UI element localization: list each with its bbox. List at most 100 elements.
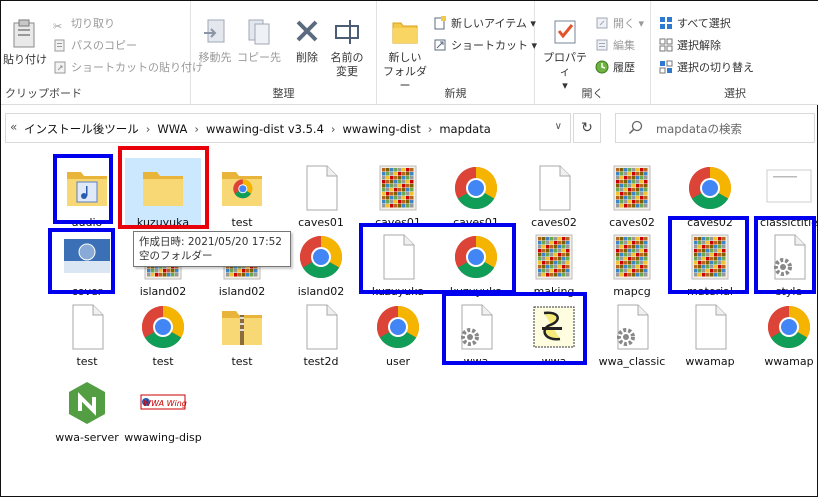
highlight-box — [359, 223, 516, 294]
file-item[interactable]: wwa-server — [49, 373, 125, 444]
breadcrumb: インストール後ツール › WWA › wwawing-dist v3.5.4 › wwawi… — [24, 121, 491, 137]
file-item[interactable]: WWA Wing wwawing-disp — [124, 373, 202, 444]
move-to-label: 移動先 — [198, 51, 232, 64]
move-to-button[interactable]: 移動先 — [195, 17, 235, 65]
tooltip-created-date: 作成日時: 2021/05/20 17:52 — [139, 236, 282, 248]
search-box[interactable]: mapdataの検索 — [615, 113, 815, 143]
paste-button[interactable]: 貼り付け — [3, 19, 47, 67]
file-item[interactable]: caves02 — [516, 158, 592, 229]
file-name: wwa-server — [55, 431, 119, 444]
paste-label: 貼り付け — [3, 53, 47, 66]
select-none-label: 選択解除 — [677, 39, 721, 52]
file-item[interactable]: test — [49, 297, 125, 368]
chevron-right-icon[interactable]: › — [146, 122, 151, 136]
blank-file-icon — [297, 164, 345, 212]
chevron-right-icon[interactable]: › — [331, 122, 336, 136]
file-item[interactable]: test2d — [283, 297, 359, 368]
file-item[interactable]: mapcg — [594, 227, 670, 298]
open-label: 開く — [613, 17, 635, 30]
file-item[interactable]: making — [516, 227, 592, 298]
file-item[interactable]: caves01 — [283, 158, 359, 229]
paste-shortcut-icon — [54, 61, 66, 74]
paste-shortcut-button[interactable]: ショートカットの貼り付け — [53, 59, 203, 77]
history-button[interactable]: 履歴 — [595, 59, 635, 77]
new-folder-button[interactable]: 新しい フォルダー — [381, 17, 429, 93]
file-item[interactable]: user — [360, 297, 436, 368]
address-dropdown-icon[interactable]: ∨ — [555, 121, 562, 132]
file-item[interactable]: caves02 — [594, 158, 670, 229]
overflow-chevron-icon[interactable]: « — [10, 120, 17, 134]
image-thumb-icon — [530, 233, 578, 281]
clipboard-group: 貼り付け ✂ 切り取り パスのコピー ショートカットの貼り付け クリップボード — [1, 1, 203, 105]
nodejs-icon — [63, 379, 111, 427]
rename-button[interactable]: 名前の 変更 — [327, 17, 367, 79]
highlight-box — [442, 292, 587, 365]
copy-to-icon — [248, 19, 270, 45]
edit-button[interactable]: 編集 — [595, 37, 635, 55]
wwa-logo-icon: WWA Wing — [139, 379, 187, 427]
file-name: test — [152, 355, 174, 368]
select-none-button[interactable]: 選択解除 — [659, 37, 721, 55]
copy-to-button[interactable]: コピー先 — [237, 17, 281, 65]
clipboard-group-label: クリップボード — [5, 87, 82, 100]
chevron-right-icon[interactable]: › — [194, 122, 199, 136]
rename-icon — [335, 20, 359, 44]
new-group: 新しい フォルダー 新しいアイテム ▾ ショートカット ▾ 新規 — [377, 1, 537, 105]
open-group: プロパティ ▾ 開く ▾ 編集 履歴 開く — [535, 1, 651, 105]
highlight-box — [48, 228, 115, 294]
copy-path-label: パスのコピー — [71, 39, 137, 52]
easy-access-button[interactable]: ショートカット ▾ — [433, 37, 537, 55]
select-none-icon — [659, 38, 673, 52]
file-name: test2d — [303, 355, 339, 368]
invert-selection-button[interactable]: 選択の切り替え — [659, 59, 754, 77]
image-thumb-icon — [374, 164, 422, 212]
select-all-icon — [660, 17, 672, 29]
shortcut-icon — [434, 39, 446, 51]
cut-button[interactable]: ✂ 切り取り — [53, 15, 115, 33]
file-item[interactable]: test — [125, 297, 201, 368]
select-group-label: 選択 — [724, 87, 746, 100]
refresh-button[interactable]: ↻ — [573, 113, 601, 143]
history-label: 履歴 — [613, 61, 635, 74]
ribbon: 貼り付け ✂ 切り取り パスのコピー ショートカットの貼り付け クリップボード 移… — [1, 1, 818, 105]
highlight-box — [668, 216, 749, 294]
blank-file-icon — [63, 303, 111, 351]
breadcrumb-item[interactable]: wwawing-dist v3.5.4 — [206, 122, 324, 136]
paste-icon — [13, 19, 35, 48]
breadcrumb-item[interactable]: wwawing-dist — [343, 122, 421, 136]
organize-group: 移動先 コピー先 削除 名前の 変更 整理 — [191, 1, 377, 105]
address-row: « インストール後ツール › WWA › wwawing-dist v3.5.4 › wwa… — [1, 113, 818, 143]
file-item[interactable]: wwa_classic — [594, 297, 670, 368]
address-bar[interactable]: « インストール後ツール › WWA › wwawing-dist v3.5.4 › wwa… — [5, 113, 571, 143]
file-name: wwa_classic — [598, 355, 666, 368]
select-all-button[interactable]: すべて選択 — [659, 15, 731, 33]
chevron-right-icon[interactable]: › — [428, 122, 433, 136]
file-item[interactable]: island02 — [283, 227, 359, 298]
settings-file-icon — [608, 303, 656, 351]
chrome-icon — [765, 303, 813, 351]
image-thumb-icon — [608, 233, 656, 281]
new-item-button[interactable]: 新しいアイテム ▾ — [433, 15, 536, 33]
select-all-label: すべて選択 — [677, 17, 731, 30]
file-item[interactable]: test — [204, 158, 280, 229]
edit-label: 編集 — [613, 39, 635, 52]
delete-button[interactable]: 削除 — [289, 17, 325, 65]
file-item[interactable]: test — [204, 297, 280, 368]
file-name: wwamap — [764, 355, 814, 368]
new-folder-icon — [392, 22, 418, 44]
file-item[interactable]: wwamap — [672, 297, 748, 368]
file-item[interactable]: wwamap — [751, 297, 818, 368]
organize-group-label: 整理 — [272, 87, 295, 100]
file-item[interactable]: caves01 — [360, 158, 436, 229]
breadcrumb-item[interactable]: インストール後ツール — [24, 121, 139, 137]
blank-file-icon — [530, 164, 578, 212]
copy-path-button[interactable]: パスのコピー — [53, 37, 137, 55]
chrome-icon — [452, 164, 500, 212]
breadcrumb-item[interactable]: mapdata — [439, 122, 490, 136]
blank-file-icon — [686, 303, 734, 351]
breadcrumb-item[interactable]: WWA — [157, 122, 187, 136]
refresh-icon: ↻ — [581, 120, 593, 136]
open-button[interactable]: 開く ▾ — [595, 15, 644, 33]
properties-button[interactable]: プロパティ ▾ — [539, 17, 591, 93]
file-item[interactable]: caves01 — [438, 158, 514, 229]
